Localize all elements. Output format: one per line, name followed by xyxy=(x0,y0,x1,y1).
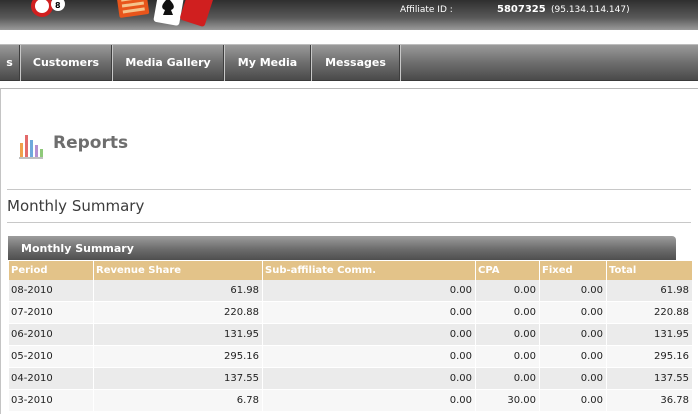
divider xyxy=(7,222,691,223)
cell-revenue-share: 6.78 xyxy=(94,390,262,412)
cell-total: 36.78 xyxy=(607,390,692,412)
top-header: 8 Affiliate ID : 5807325 (95.134.114.147… xyxy=(0,0,698,30)
cell-cpa: 0.00 xyxy=(476,302,539,324)
cell-total: 220.88 xyxy=(607,302,692,324)
cell-cpa: 30.00 xyxy=(476,390,539,412)
cell-period: 04-2010 xyxy=(9,368,93,390)
table-row: 03-2010 6.78 0.00 30.00 0.00 36.78 xyxy=(9,390,692,412)
cell-total: 295.16 xyxy=(607,346,692,368)
cell-total: 131.95 xyxy=(607,324,692,346)
affiliate-id-label: Affiliate ID : xyxy=(400,5,453,15)
nav-filler xyxy=(400,45,698,81)
cell-period: 03-2010 xyxy=(9,390,93,412)
page-title: Reports xyxy=(53,133,129,153)
cell-cpa: 0.00 xyxy=(476,280,539,302)
cell-fixed: 0.00 xyxy=(540,390,606,412)
table-row: 04-2010 137.55 0.00 0.00 0.00 137.55 xyxy=(9,368,692,390)
bar-chart-icon xyxy=(19,135,43,159)
nav-item-my-media[interactable]: My Media xyxy=(224,45,311,81)
main-nav: s Customers Media Gallery My Media Messa… xyxy=(0,44,698,81)
panel-title: Monthly Summary xyxy=(21,242,134,255)
cell-sub-affiliate-comm: 0.00 xyxy=(263,346,475,368)
casino-logo-icon[interactable]: 8 xyxy=(28,0,218,30)
cell-revenue-share: 131.95 xyxy=(94,324,262,346)
table-header-row: Period Revenue Share Sub-affiliate Comm.… xyxy=(9,261,692,280)
nav-item-customers[interactable]: Customers xyxy=(20,45,112,81)
cell-revenue-share: 137.55 xyxy=(94,368,262,390)
page-root: 8 Affiliate ID : 5807325 (95.134.114.147… xyxy=(0,0,698,414)
cell-revenue-share: 295.16 xyxy=(94,346,262,368)
section-title: Monthly Summary xyxy=(7,197,145,215)
affiliate-ip-address: (95.134.114.147) xyxy=(551,5,630,15)
table-row: 05-2010 295.16 0.00 0.00 0.00 295.16 xyxy=(9,346,692,368)
column-header-fixed[interactable]: Fixed xyxy=(540,261,606,280)
cell-cpa: 0.00 xyxy=(476,346,539,368)
table-row: 08-2010 61.98 0.00 0.00 0.00 61.98 xyxy=(9,280,692,302)
panel-header: Monthly Summary xyxy=(8,236,676,260)
affiliate-id-value: 5807325 xyxy=(497,4,546,15)
cell-fixed: 0.00 xyxy=(540,302,606,324)
cell-total: 137.55 xyxy=(607,368,692,390)
cell-sub-affiliate-comm: 0.00 xyxy=(263,302,475,324)
cell-fixed: 0.00 xyxy=(540,368,606,390)
column-header-revenue-share[interactable]: Revenue Share xyxy=(94,261,262,280)
cell-sub-affiliate-comm: 0.00 xyxy=(263,390,475,412)
cell-revenue-share: 61.98 xyxy=(94,280,262,302)
cell-fixed: 0.00 xyxy=(540,324,606,346)
cell-total: 61.98 xyxy=(607,280,692,302)
column-header-period[interactable]: Period xyxy=(9,261,93,280)
nav-item-media-gallery[interactable]: Media Gallery xyxy=(112,45,224,81)
column-header-cpa[interactable]: CPA xyxy=(476,261,539,280)
cell-period: 08-2010 xyxy=(9,280,93,302)
cell-period: 05-2010 xyxy=(9,346,93,368)
table-row: 07-2010 220.88 0.00 0.00 0.00 220.88 xyxy=(9,302,692,324)
cell-period: 07-2010 xyxy=(9,302,93,324)
column-header-total[interactable]: Total xyxy=(607,261,692,280)
cell-fixed: 0.00 xyxy=(540,346,606,368)
monthly-summary-table: Period Revenue Share Sub-affiliate Comm.… xyxy=(8,261,693,412)
nav-item-messages[interactable]: Messages xyxy=(311,45,400,81)
cell-sub-affiliate-comm: 0.00 xyxy=(263,280,475,302)
cell-period: 06-2010 xyxy=(9,324,93,346)
cell-sub-affiliate-comm: 0.00 xyxy=(263,324,475,346)
cell-revenue-share: 220.88 xyxy=(94,302,262,324)
cell-fixed: 0.00 xyxy=(540,280,606,302)
column-header-sub-affiliate-comm[interactable]: Sub-affiliate Comm. xyxy=(263,261,475,280)
nav-item-truncated[interactable]: s xyxy=(0,45,20,81)
cell-cpa: 0.00 xyxy=(476,324,539,346)
cell-sub-affiliate-comm: 0.00 xyxy=(263,368,475,390)
table-row: 06-2010 131.95 0.00 0.00 0.00 131.95 xyxy=(9,324,692,346)
svg-text:8: 8 xyxy=(55,1,61,10)
cell-cpa: 0.00 xyxy=(476,368,539,390)
divider xyxy=(7,189,691,190)
